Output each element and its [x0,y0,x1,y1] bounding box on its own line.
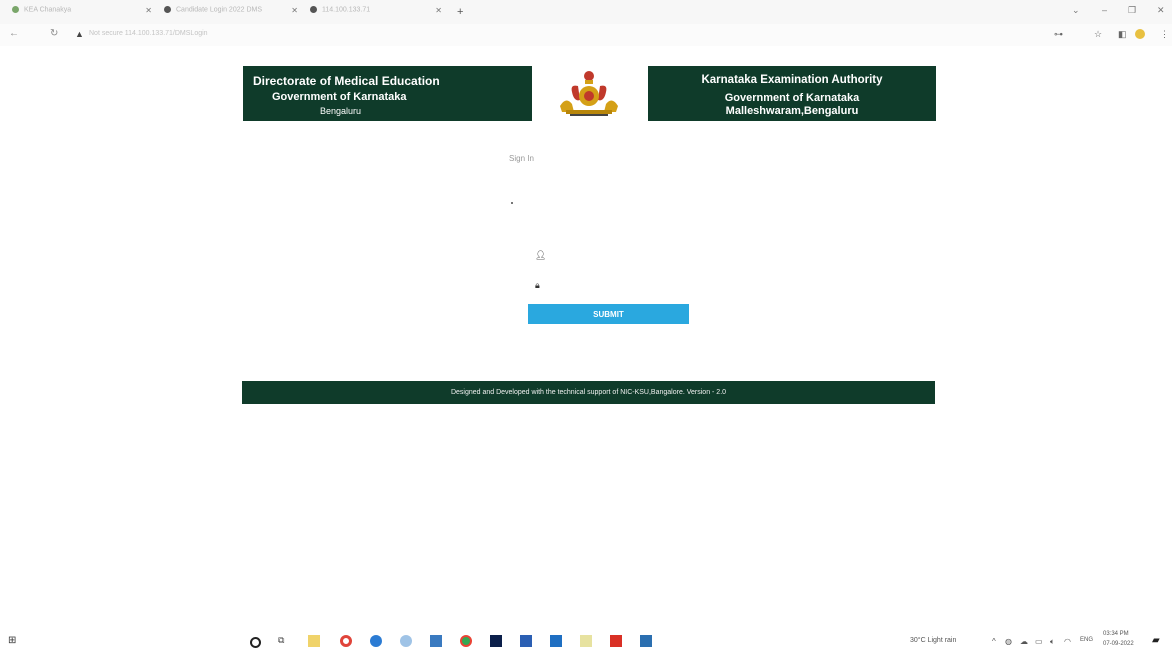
username-row: 👤︎ [535,250,685,264]
restore-icon[interactable]: ❐ [1128,5,1136,16]
windows-start-icon[interactable]: ⊞ [8,635,20,647]
store-icon[interactable] [430,635,442,647]
notification-icon[interactable]: ▰ [1152,635,1160,646]
chevron-down-icon[interactable]: ⌄ [1072,5,1080,16]
username-input[interactable] [551,250,681,262]
decorative-dot [511,202,513,204]
word-icon[interactable] [520,635,532,647]
dme-title: Directorate of Medical Education [253,74,440,88]
dme-title-block: Directorate of Medical Education Governm… [243,66,532,121]
kea-title: Karnataka Examination Authority [701,74,883,86]
browser-tab-active[interactable]: 114.100.133.71 ✕ [310,6,442,20]
network-icon[interactable]: ◍ [1005,637,1012,646]
new-tab-button[interactable]: + [457,7,463,18]
globe-icon [310,6,317,13]
user-icon: 👤︎ [535,250,547,260]
acrobat-icon[interactable] [610,635,622,647]
close-tab-icon[interactable]: ✕ [145,6,152,15]
karnataka-emblem-logo [532,66,648,121]
app-icon[interactable] [550,635,562,647]
browser-tab[interactable]: Candidate Login 2022 DMS ✕ [164,6,298,20]
photos-icon[interactable] [640,635,652,647]
tray-chevron-up-icon[interactable]: ^ [992,637,996,646]
reload-icon[interactable]: ↻ [50,28,58,39]
tab-title: Candidate Login 2022 DMS [176,6,263,14]
sign-in-heading: Sign In [509,154,534,163]
password-row: 🔒︎ [535,280,685,294]
browser-tab-bar: KEA Chanakya ✕ Candidate Login 2022 DMS … [0,0,1172,24]
opera-icon[interactable] [340,635,352,647]
globe-icon [164,6,171,13]
close-tab-icon[interactable]: ✕ [435,6,442,15]
task-view-icon[interactable]: ⧉ [278,635,290,647]
back-arrow-icon[interactable]: ← [9,28,19,39]
submit-button[interactable]: SUBMIT [528,304,689,324]
bookmark-star-icon[interactable]: ☆ [1094,29,1102,40]
header-banner: Directorate of Medical Education Governm… [243,66,936,121]
clock-date[interactable]: 07-09-2022 [1103,641,1134,647]
browser-address-bar: ← ↻ ▲ Not secure 114.100.133.71/DMSLogin… [0,24,1172,46]
weather-status[interactable]: 30°C Light rain [910,637,956,644]
dme-city: Bengaluru [320,106,362,116]
profile-avatar[interactable] [1135,29,1145,39]
language-indicator[interactable]: ENG [1080,637,1093,643]
tab-title: 114.100.133.71 [322,6,371,14]
key-icon[interactable]: ⊶ [1054,29,1063,40]
kea-title-block: Karnataka Examination Authority Governme… [648,66,936,121]
app-icon[interactable] [580,635,592,647]
app-icon[interactable] [400,635,412,647]
speaker-icon[interactable]: 🔈︎ [1050,637,1055,647]
warning-icon[interactable]: ▲ [75,29,84,39]
kea-city: Malleshwaram,Bengaluru [725,105,859,117]
search-icon[interactable] [250,637,261,648]
minimize-icon[interactable]: – [1102,5,1107,15]
sidebar-icon[interactable]: ◧ [1118,29,1127,40]
close-tab-icon[interactable]: ✕ [291,6,298,15]
photoshop-icon[interactable] [490,635,502,647]
browser-tab[interactable]: KEA Chanakya ✕ [12,6,152,20]
kea-government: Government of Karnataka [724,92,860,104]
edge-icon[interactable] [370,635,382,647]
tab-favicon-icon [12,6,19,13]
dme-government: Government of Karnataka [272,91,407,103]
password-input[interactable] [551,280,681,292]
chrome-icon[interactable] [460,635,472,647]
footer-credits: Designed and Developed with the technica… [450,389,727,396]
onedrive-icon[interactable]: ☁ [1020,637,1028,646]
tab-title: KEA Chanakya [24,6,72,14]
windows-taskbar: ⊞ ⧉ 30°C Light rain ^ ◍ ☁ ▭ 🔈︎ ◠ ENG 03:… [0,628,1172,654]
footer-bar: Designed and Developed with the technica… [242,381,935,404]
wifi-icon[interactable]: ◠ [1064,637,1071,646]
file-explorer-icon[interactable] [308,635,320,647]
clock-time[interactable]: 03:34 PM [1103,631,1129,637]
lock-icon: 🔒︎ [535,280,540,290]
close-window-icon[interactable]: ✕ [1157,5,1165,16]
menu-dots-icon[interactable]: ⋮ [1160,29,1169,40]
url-field[interactable]: Not secure 114.100.133.71/DMSLogin [89,30,208,37]
battery-icon[interactable]: ▭ [1035,637,1043,646]
